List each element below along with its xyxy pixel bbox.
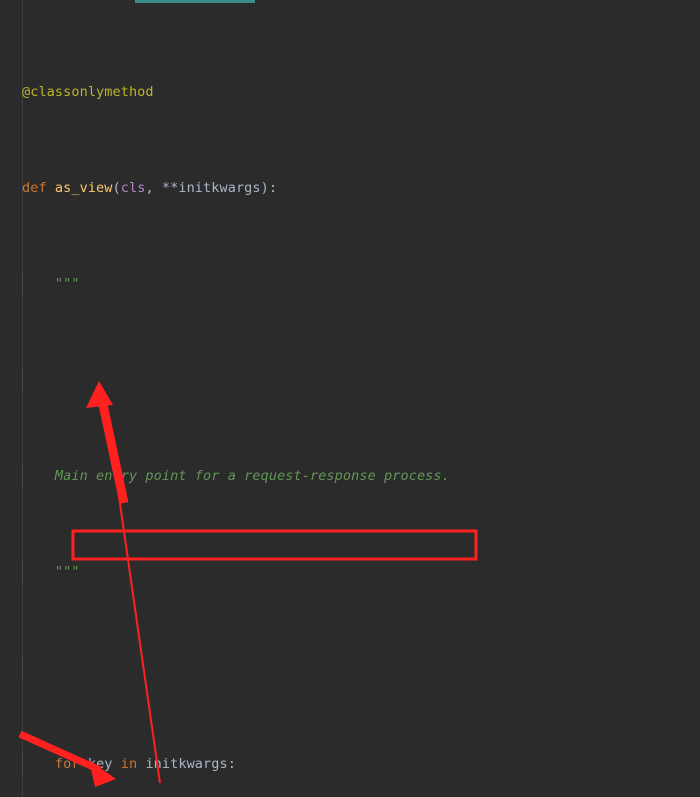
code-line: """ <box>0 272 700 296</box>
change-marker-bar <box>135 0 255 3</box>
code-line: def as_view(cls, **initkwargs): <box>22 180 278 196</box>
code-line: """ <box>0 560 700 584</box>
code-line <box>0 368 700 392</box>
code-editor[interactable]: @classonlymethod def as_view(cls, **init… <box>0 0 700 797</box>
code-line: Main entry point for a request-response … <box>0 464 700 488</box>
code-content[interactable]: @classonlymethod def as_view(cls, **init… <box>0 8 700 797</box>
code-line <box>0 656 700 680</box>
code-line: for key in initkwargs: <box>0 752 700 776</box>
code-line: @classonlymethod <box>22 84 154 100</box>
